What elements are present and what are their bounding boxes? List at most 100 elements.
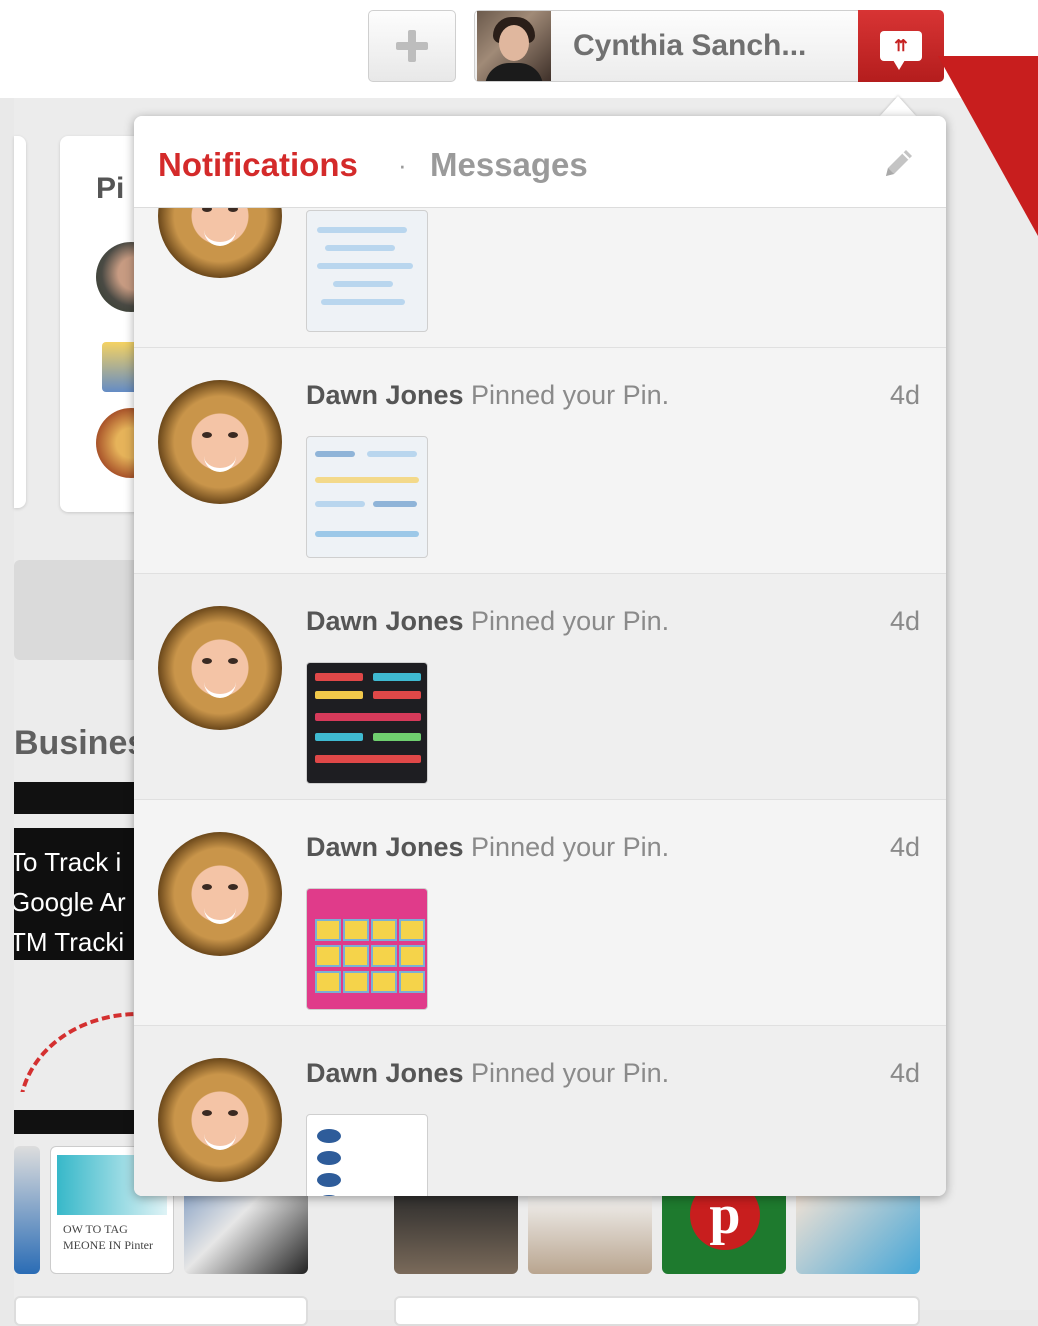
notification-text: Dawn Jones Pinned your Pin. — [306, 832, 669, 863]
thumb-line — [321, 299, 405, 305]
thumb-cell — [399, 945, 425, 967]
thumb-cell — [315, 945, 341, 967]
avatar[interactable] — [158, 1058, 282, 1182]
notification-list[interactable]: Dawn Jones Pinned your Pin. 4d Dawn Jone… — [134, 116, 946, 1196]
notification-action: Pinned your Pin. — [463, 1058, 670, 1088]
avatar-shirt — [485, 63, 543, 81]
notification-time: 4d — [889, 380, 920, 410]
dropdown-caret — [880, 96, 916, 116]
thumb-line — [315, 713, 421, 721]
board-thumbnail[interactable] — [14, 1146, 40, 1274]
avatar-smile — [204, 1134, 236, 1150]
avatar — [477, 11, 551, 81]
thumb-line — [315, 477, 419, 483]
tab-messages[interactable]: Messages — [430, 146, 588, 184]
thumb-line — [325, 245, 395, 251]
user-name[interactable]: Dawn Jones — [306, 1058, 464, 1088]
board-thumbnail[interactable] — [796, 1190, 920, 1274]
board-follow-bar[interactable] — [14, 1296, 308, 1326]
thumb-dot — [317, 1195, 341, 1196]
pin-image-text[interactable]: To Track i Google Ar TM Tracki — [14, 828, 144, 960]
thumb-line — [373, 501, 417, 507]
avatar-face — [499, 25, 529, 61]
thumb-cell — [343, 919, 369, 941]
notification-time: 4d — [889, 606, 920, 636]
thumb-dot — [317, 1129, 341, 1143]
caption-line: MEONE IN Pinter — [63, 1238, 153, 1252]
thumb-dot — [317, 1173, 341, 1187]
pin-image-strip[interactable] — [14, 782, 144, 814]
thumb-cell — [315, 971, 341, 993]
avatar-smile — [204, 908, 236, 924]
pin-thumbnail[interactable] — [306, 662, 428, 784]
thumbnail-caption: OW TO TAG MEONE IN Pinter — [63, 1221, 153, 1253]
thumb-line — [315, 673, 363, 681]
dropdown-header: Notifications · Messages — [134, 116, 946, 208]
thumb-cell — [399, 919, 425, 941]
notification-text: Dawn Jones Pinned your Pin. — [306, 606, 669, 637]
notification-item[interactable]: Dawn Jones Pinned your Pin. 4d — [134, 348, 946, 574]
thumb-line — [315, 691, 363, 699]
thumb-cell — [399, 971, 425, 993]
pin-text-line: To Track i — [14, 847, 122, 877]
user-name[interactable]: Dawn Jones — [306, 832, 464, 862]
thumb-line — [367, 451, 417, 457]
avatar-eye — [202, 1110, 212, 1116]
caption-line: OW TO TAG — [63, 1222, 128, 1236]
card-heading-partial: Pi — [96, 172, 125, 205]
user-name[interactable]: Dawn Jones — [306, 606, 464, 636]
pin-thumbnail[interactable] — [306, 888, 428, 1010]
avatar-eye — [228, 1110, 238, 1116]
notification-action: Pinned your Pin. — [463, 380, 670, 410]
pencil-icon[interactable] — [876, 142, 920, 186]
thumb-line — [373, 733, 421, 741]
pin-text-line: Google Ar — [14, 887, 126, 917]
avatar-eye — [202, 884, 212, 890]
plus-icon — [396, 30, 428, 62]
pin-text-line: TM Tracki — [14, 927, 125, 957]
notification-time: 4d — [889, 832, 920, 862]
thumb-line — [317, 227, 407, 233]
avatar-smile — [204, 456, 236, 472]
thumb-line — [373, 673, 421, 681]
notification-action: Pinned your Pin. — [463, 606, 670, 636]
add-pin-button[interactable] — [368, 10, 456, 82]
thumb-cell — [315, 919, 341, 941]
pinterest-logo-icon: p — [690, 1190, 760, 1250]
board-thumbnail[interactable]: p — [662, 1190, 786, 1274]
tab-separator: · — [398, 150, 407, 180]
avatar-eye — [228, 432, 238, 438]
thumb-cell — [343, 971, 369, 993]
user-name[interactable]: Dawn Jones — [306, 380, 464, 410]
pin-thumbnail[interactable] — [306, 436, 428, 558]
thumb-line — [315, 531, 419, 537]
profile-button[interactable]: Cynthia Sanch... — [474, 10, 860, 82]
tab-notifications[interactable]: Notifications — [158, 146, 358, 184]
notification-item[interactable]: Dawn Jones Pinned your Pin. 4d — [134, 574, 946, 800]
notifications-button[interactable]: ⇈ — [858, 10, 944, 82]
avatar[interactable] — [158, 832, 282, 956]
board-thumbnail[interactable] — [528, 1190, 652, 1274]
background-banner — [14, 560, 144, 660]
board-thumbnail[interactable] — [394, 1190, 518, 1274]
avatar[interactable] — [158, 380, 282, 504]
notification-item[interactable]: Dawn Jones Pinned your Pin. 4d — [134, 1026, 946, 1196]
pin-thumbnail[interactable] — [306, 1114, 428, 1196]
thumb-cell — [371, 919, 397, 941]
pin-image-strip[interactable] — [14, 1110, 144, 1134]
thumb-dot — [317, 1151, 341, 1165]
notification-item[interactable]: Dawn Jones Pinned your Pin. 4d — [134, 800, 946, 1026]
thumb-cell — [371, 945, 397, 967]
avatar-eye — [228, 658, 238, 664]
notification-text: Dawn Jones Pinned your Pin. — [306, 380, 669, 411]
avatar[interactable] — [158, 606, 282, 730]
avatar-eye — [228, 884, 238, 890]
thumb-line — [317, 263, 413, 269]
thumb-line — [315, 733, 363, 741]
pin-thumbnail[interactable] — [306, 210, 428, 332]
board-title-partial[interactable]: Busines — [14, 724, 146, 763]
board-follow-bar[interactable] — [394, 1296, 920, 1326]
thumb-line — [315, 501, 365, 507]
avatar-eye — [202, 658, 212, 664]
profile-name: Cynthia Sanch... — [573, 29, 807, 62]
